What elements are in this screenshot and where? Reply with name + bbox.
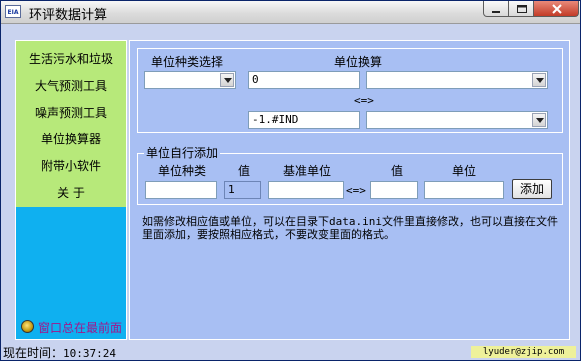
always-on-top-toggle[interactable]: 窗口总在最前面 xyxy=(21,319,125,335)
close-button[interactable] xyxy=(533,1,579,17)
nav-list: 生活污水和垃圾 大气预测工具 噪声预测工具 单位换算器 附带小软件 关 于 xyxy=(16,41,126,207)
col-base-unit-label: 基准单位 xyxy=(283,164,332,178)
col-unit-label: 单位 xyxy=(452,164,477,178)
custom-unit-type-field[interactable] xyxy=(145,181,217,199)
nav-item-unit-converter[interactable]: 单位换算器 xyxy=(16,130,126,147)
custom-unit-group-title: 单位自行添加 xyxy=(144,146,221,160)
swap-indicator: <=> xyxy=(354,94,374,107)
author-email[interactable]: lyuder@zjip.com xyxy=(471,346,576,358)
time-label: 现在时间： xyxy=(3,346,64,360)
nav-item-noise-prediction[interactable]: 噪声预测工具 xyxy=(16,104,126,121)
dropdown-arrow-icon[interactable] xyxy=(532,73,546,87)
col-value-label: 值 xyxy=(238,164,251,178)
unit-type-select[interactable] xyxy=(144,71,236,89)
title-bar[interactable]: EIA 环评数据计算 xyxy=(1,1,580,24)
help-text: 如需修改相应值或单位，可以在目录下data.ini文件里直接修改，也可以直接在文… xyxy=(142,215,558,241)
col-value2-label: 值 xyxy=(391,164,404,178)
eia-app-icon: EIA xyxy=(5,5,21,18)
nav-item-about[interactable]: 关 于 xyxy=(16,184,126,201)
nav-item-domestic-sewage[interactable]: 生活污水和垃圾 xyxy=(16,50,126,67)
custom-unit-field[interactable] xyxy=(424,181,504,199)
app-window: EIA 环评数据计算 生活污水和垃圾 大气预测工具 噪声预测工具 单位换算器 附… xyxy=(0,0,581,361)
close-icon xyxy=(552,4,562,14)
always-on-top-label: 窗口总在最前面 xyxy=(38,321,123,335)
conversion-label: 单位换算 xyxy=(334,55,383,69)
nav-item-air-prediction[interactable]: 大气预测工具 xyxy=(16,77,126,94)
window-title: 环评数据计算 xyxy=(29,8,108,23)
custom-base-unit-field[interactable] xyxy=(268,181,344,199)
custom-unit-group: 单位自行添加 单位种类 值 基准单位 值 单位 1 <=> 添加 xyxy=(137,146,563,205)
dropdown-arrow-icon[interactable] xyxy=(220,73,234,87)
to-unit-select[interactable] xyxy=(366,111,548,129)
col-unit-type-label: 单位种类 xyxy=(158,164,207,178)
pin-circle-icon xyxy=(21,320,34,333)
status-time: 现在时间：10:37:24 xyxy=(3,344,116,361)
from-unit-select[interactable] xyxy=(366,71,548,89)
time-value: 10:37:24 xyxy=(63,347,116,360)
minimize-button[interactable] xyxy=(483,1,509,17)
maximize-button[interactable] xyxy=(508,1,534,17)
add-button[interactable]: 添加 xyxy=(512,179,552,199)
minimize-icon xyxy=(492,11,500,13)
left-panel: 生活污水和垃圾 大气预测工具 噪声预测工具 单位换算器 附带小软件 关 于 窗口… xyxy=(15,40,127,340)
result-value-field[interactable]: -1.#IND xyxy=(248,111,360,129)
custom-swap-indicator: <=> xyxy=(346,184,366,197)
custom-value2-field[interactable] xyxy=(370,181,418,199)
maximize-icon xyxy=(517,5,527,13)
nav-item-extra-software[interactable]: 附带小软件 xyxy=(16,157,126,174)
unit-type-label: 单位种类选择 xyxy=(151,55,224,69)
input-value-field[interactable]: 0 xyxy=(248,71,360,89)
custom-base-value-field: 1 xyxy=(224,181,261,199)
dropdown-arrow-icon[interactable] xyxy=(532,113,546,127)
content-panel: 单位种类选择 单位换算 0 <=> -1.#IND 单位自行添加 单位种类 值 xyxy=(129,40,570,340)
converter-group: 单位种类选择 单位换算 0 <=> -1.#IND xyxy=(137,48,563,133)
